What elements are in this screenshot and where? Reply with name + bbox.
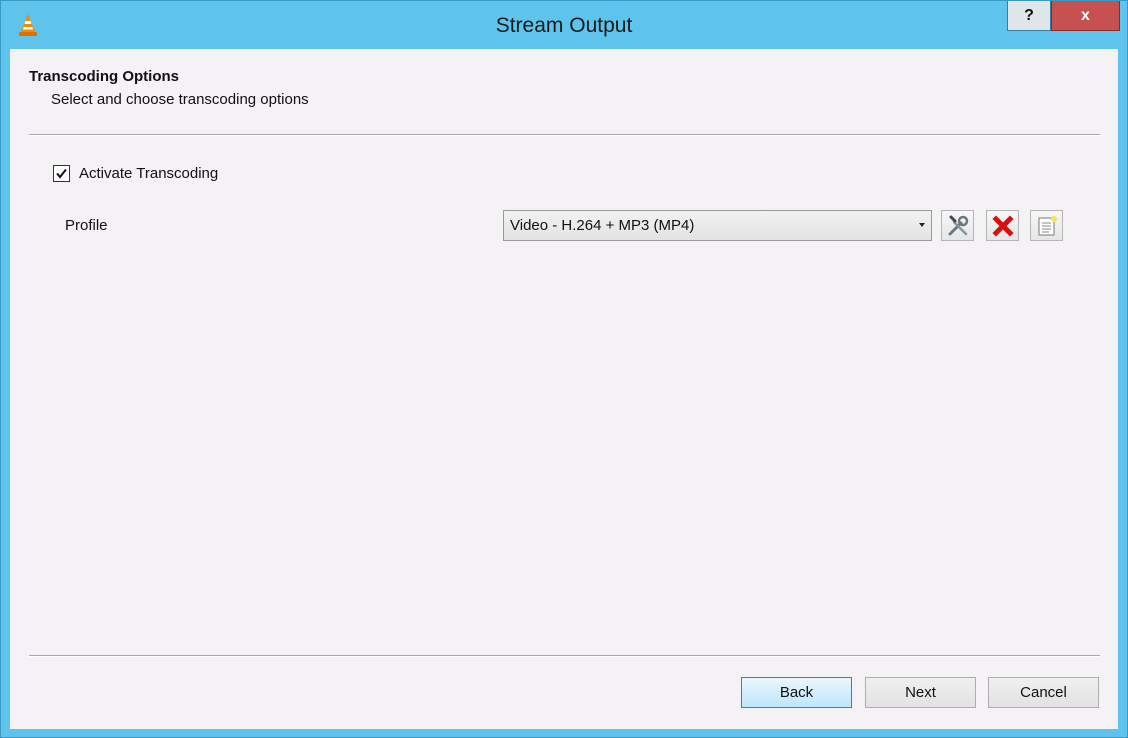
profile-selected-value: Video - H.264 + MP3 (MP4): [510, 217, 695, 234]
profile-label: Profile: [65, 217, 108, 234]
footer-separator: [29, 655, 1100, 657]
header-separator: [29, 134, 1100, 136]
dropdown-arrow-icon: [919, 223, 925, 227]
dialog-content: Transcoding Options Select and choose tr…: [10, 49, 1118, 729]
page-title: Transcoding Options: [29, 68, 180, 85]
activate-transcoding-row[interactable]: Activate Transcoding: [53, 163, 218, 183]
activate-transcoding-label[interactable]: Activate Transcoding: [79, 165, 218, 182]
wrench-screwdriver-icon: [948, 215, 968, 235]
delete-profile-button[interactable]: [986, 210, 1019, 241]
cancel-button[interactable]: Cancel: [988, 677, 1099, 708]
red-x-icon: [991, 214, 1014, 237]
next-button[interactable]: Next: [865, 677, 976, 708]
window-title: Stream Output: [495, 14, 633, 37]
profile-dropdown[interactable]: Video - H.264 + MP3 (MP4): [503, 210, 932, 241]
new-document-icon: [1038, 215, 1057, 235]
close-button[interactable]: x: [1051, 1, 1120, 31]
back-button[interactable]: Back: [741, 677, 852, 708]
title-bar[interactable]: Stream Output ? x: [1, 1, 1127, 49]
page-subtitle: Select and choose transcoding options: [51, 91, 309, 108]
stream-output-window: Stream Output ? x Transcoding Options Se…: [0, 0, 1128, 738]
activate-transcoding-checkbox[interactable]: [53, 164, 70, 182]
checkmark-icon: [56, 168, 67, 179]
help-button[interactable]: ?: [1007, 1, 1051, 31]
new-profile-button[interactable]: [1030, 210, 1063, 241]
edit-profile-button[interactable]: [941, 210, 974, 241]
